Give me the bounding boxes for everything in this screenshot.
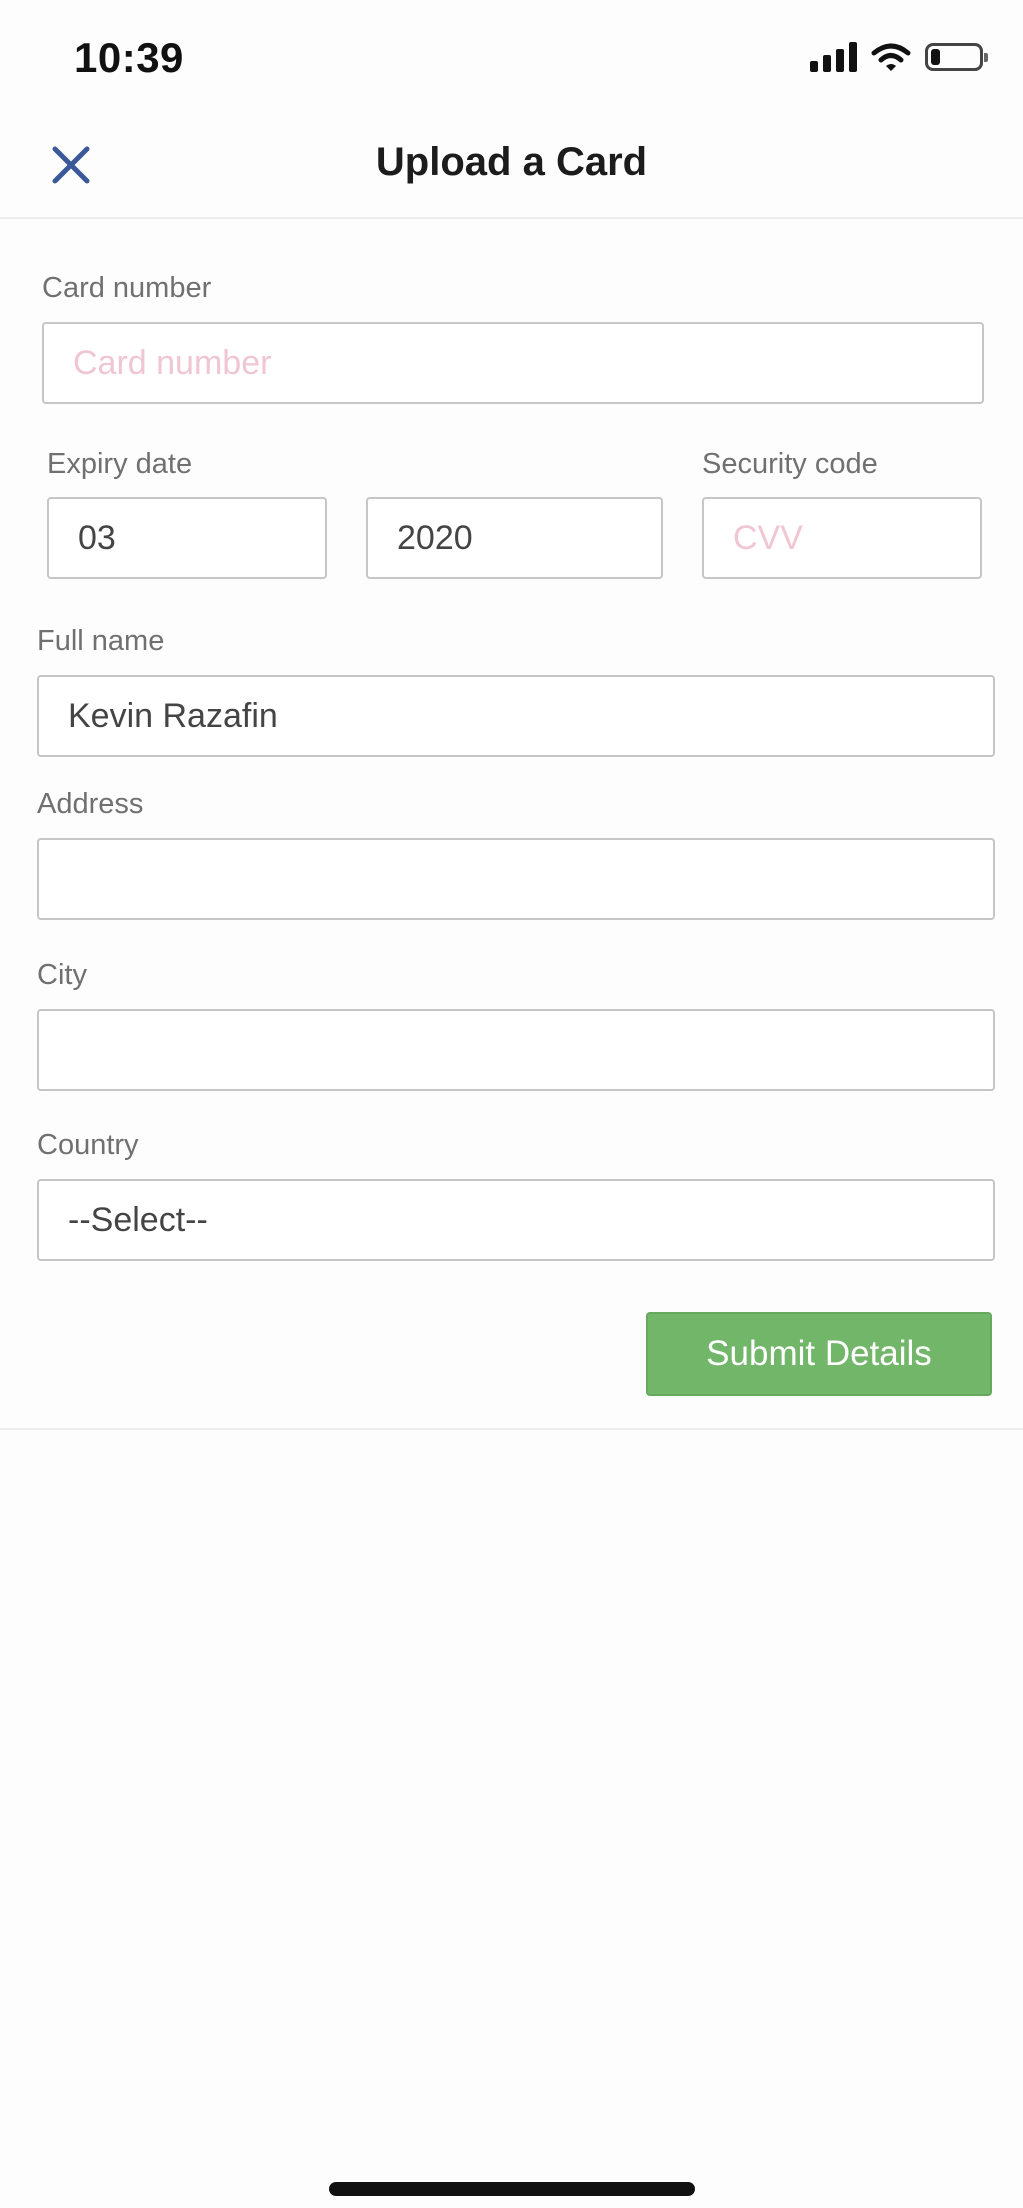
submit-details-button[interactable]: Submit Details: [646, 1312, 992, 1396]
security-code-label: Security code: [702, 448, 878, 480]
country-select[interactable]: --Select--: [37, 1179, 995, 1261]
country-select-value: --Select--: [68, 1200, 208, 1239]
battery-low-icon: [925, 43, 988, 71]
home-indicator: [329, 2182, 695, 2196]
card-number-label: Card number: [42, 272, 212, 304]
status-time: 10:39: [74, 34, 184, 81]
address-label: Address: [37, 788, 144, 820]
form-divider: [0, 1428, 1023, 1430]
full-name-label: Full name: [37, 625, 165, 657]
security-code-input[interactable]: [702, 497, 982, 579]
card-number-input[interactable]: [42, 322, 984, 404]
expiry-date-label: Expiry date: [47, 448, 193, 480]
address-input[interactable]: [37, 838, 995, 920]
status-bar: 10:39: [0, 0, 1023, 110]
navigation-header: Upload a Card: [0, 110, 1023, 219]
expiry-year-input[interactable]: [366, 497, 663, 579]
status-icons: [810, 42, 988, 72]
expiry-month-input[interactable]: [47, 497, 327, 579]
full-name-input[interactable]: [37, 675, 995, 757]
country-label: Country: [37, 1129, 139, 1161]
wifi-icon: [871, 43, 911, 71]
city-input[interactable]: [37, 1009, 995, 1091]
page-title: Upload a Card: [375, 140, 648, 184]
city-label: City: [37, 959, 87, 991]
cellular-signal-icon: [810, 42, 857, 72]
